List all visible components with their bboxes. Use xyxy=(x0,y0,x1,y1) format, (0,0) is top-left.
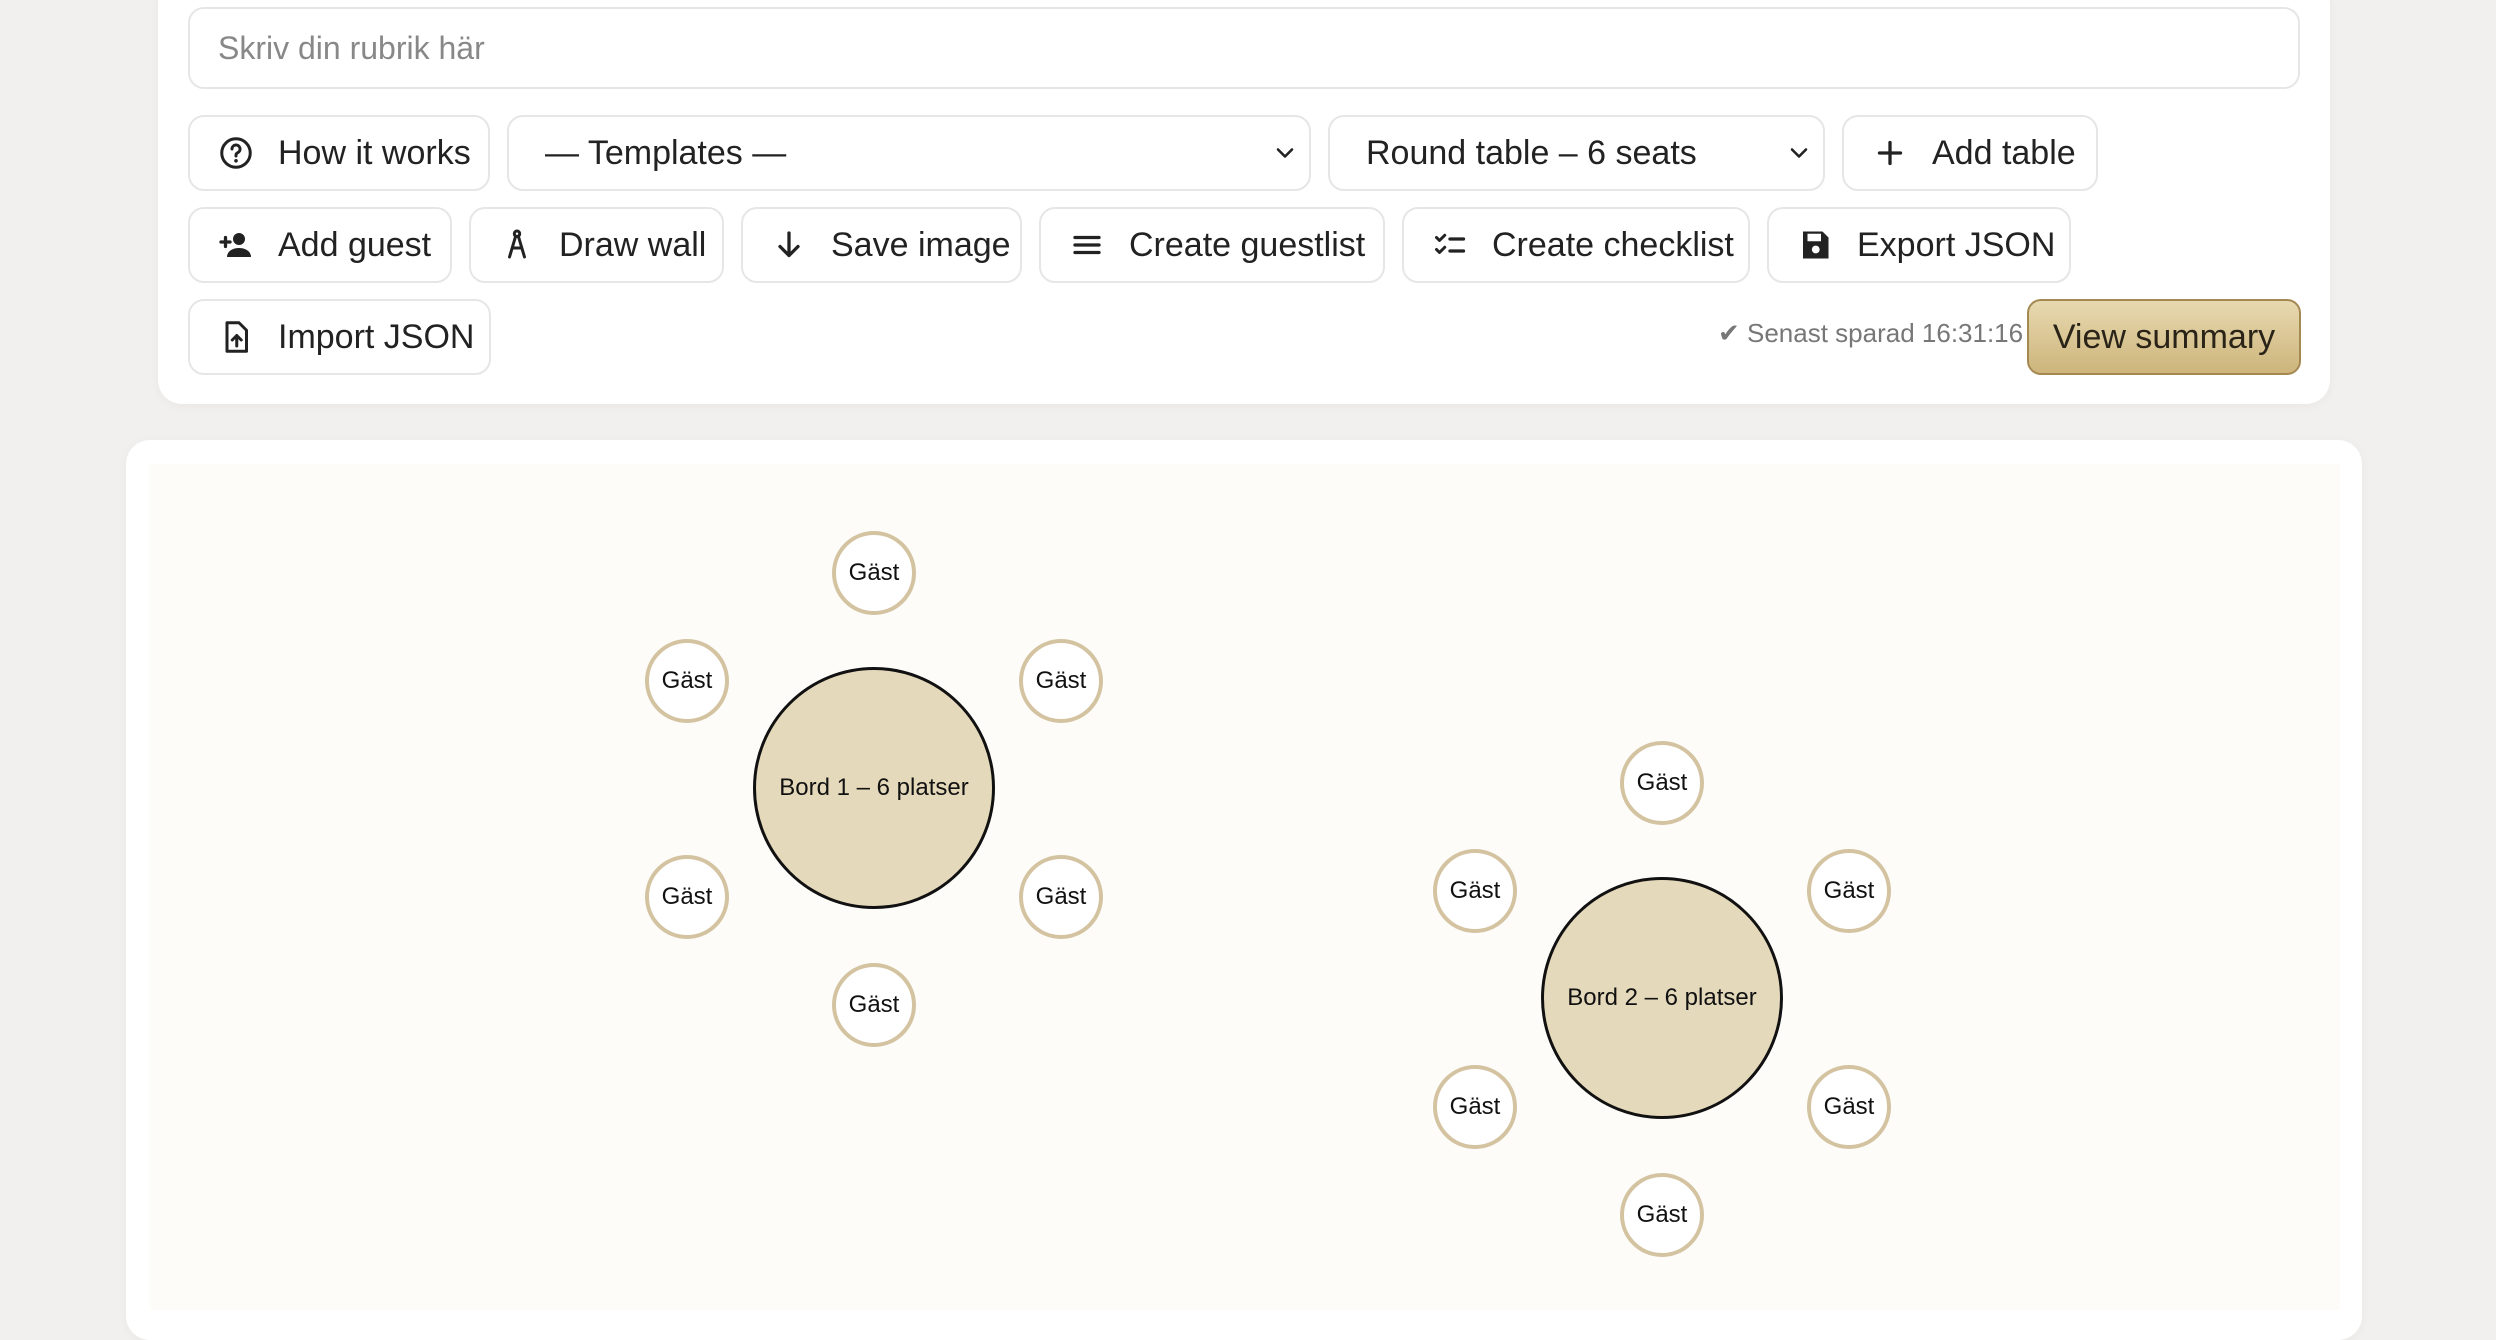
chevron-down-icon xyxy=(1790,148,1808,158)
draw-wall-button[interactable]: Draw wall xyxy=(469,207,724,283)
create-guestlist-label: Create guestlist xyxy=(1129,225,1366,264)
export-json-button[interactable]: Export JSON xyxy=(1767,207,2071,283)
seat-label: Gäst xyxy=(1035,667,1087,694)
table-label: Bord 1 – 6 platser xyxy=(779,774,969,801)
round-table[interactable]: Bord 2 – 6 platser xyxy=(1541,877,1783,1119)
guest-seat[interactable]: Gäst xyxy=(1807,1065,1891,1149)
view-summary-label: View summary xyxy=(2052,317,2276,356)
add-table-label: Add table xyxy=(1932,133,2076,172)
plus-icon xyxy=(1872,135,1908,171)
help-circle-icon xyxy=(218,135,254,171)
compass-draw-icon xyxy=(499,227,535,263)
seat-label: Gäst xyxy=(661,883,713,910)
guest-seat[interactable]: Gäst xyxy=(645,855,729,939)
import-json-label: Import JSON xyxy=(278,317,475,356)
create-guestlist-button[interactable]: Create guestlist xyxy=(1039,207,1385,283)
guest-seat[interactable]: Gäst xyxy=(1620,1173,1704,1257)
chevron-down-icon xyxy=(1276,148,1294,158)
view-summary-button[interactable]: View summary xyxy=(2027,299,2301,375)
table-label: Bord 2 – 6 platser xyxy=(1567,984,1757,1011)
guest-seat[interactable]: Gäst xyxy=(645,639,729,723)
guest-seat[interactable]: Gäst xyxy=(832,963,916,1047)
list-lines-icon xyxy=(1069,227,1105,263)
how-it-works-label: How it works xyxy=(278,133,471,172)
save-image-label: Save image xyxy=(831,225,1011,264)
import-json-button[interactable]: Import JSON xyxy=(188,299,491,375)
guest-seat[interactable]: Gäst xyxy=(1019,855,1103,939)
guest-seat[interactable]: Gäst xyxy=(1620,741,1704,825)
seat-label: Gäst xyxy=(1636,769,1688,796)
save-image-button[interactable]: Save image xyxy=(741,207,1022,283)
floppy-disk-icon xyxy=(1797,227,1833,263)
guest-seat[interactable]: Gäst xyxy=(1433,1065,1517,1149)
seat-label: Gäst xyxy=(1636,1201,1688,1228)
add-table-button[interactable]: Add table xyxy=(1842,115,2098,191)
title-input[interactable] xyxy=(188,7,2300,89)
guest-seat[interactable]: Gäst xyxy=(1807,849,1891,933)
person-add-icon xyxy=(218,227,254,263)
export-json-label: Export JSON xyxy=(1857,225,2056,264)
table-type-select[interactable]: Round table – 6 seats xyxy=(1328,115,1825,191)
seat-label: Gäst xyxy=(848,991,900,1018)
guest-seat[interactable]: Gäst xyxy=(1019,639,1103,723)
saved-status: ✔ Senast sparad 16:31:16 xyxy=(1718,318,2024,348)
checklist-icon xyxy=(1432,227,1468,263)
round-table[interactable]: Bord 1 – 6 platser xyxy=(753,667,995,909)
floorplan-canvas[interactable] xyxy=(150,464,2340,1310)
add-guest-button[interactable]: Add guest xyxy=(188,207,452,283)
draw-wall-label: Draw wall xyxy=(559,225,707,264)
seat-label: Gäst xyxy=(1823,1093,1875,1120)
add-guest-label: Add guest xyxy=(278,225,432,264)
guest-seat[interactable]: Gäst xyxy=(832,531,916,615)
create-checklist-button[interactable]: Create checklist xyxy=(1402,207,1750,283)
guest-seat[interactable]: Gäst xyxy=(1433,849,1517,933)
seat-label: Gäst xyxy=(1823,877,1875,904)
seat-label: Gäst xyxy=(848,559,900,586)
file-upload-icon xyxy=(218,319,254,355)
templates-select[interactable]: — Templates — xyxy=(507,115,1311,191)
create-checklist-label: Create checklist xyxy=(1492,225,1734,264)
seat-label: Gäst xyxy=(1449,877,1501,904)
seat-label: Gäst xyxy=(1035,883,1087,910)
arrow-down-icon xyxy=(771,227,807,263)
how-it-works-button[interactable]: How it works xyxy=(188,115,490,191)
table-type-selected-value: Round table – 6 seats xyxy=(1366,133,1697,172)
seat-label: Gäst xyxy=(661,667,713,694)
seat-label: Gäst xyxy=(1449,1093,1501,1120)
templates-selected-value: — Templates — xyxy=(545,133,787,172)
